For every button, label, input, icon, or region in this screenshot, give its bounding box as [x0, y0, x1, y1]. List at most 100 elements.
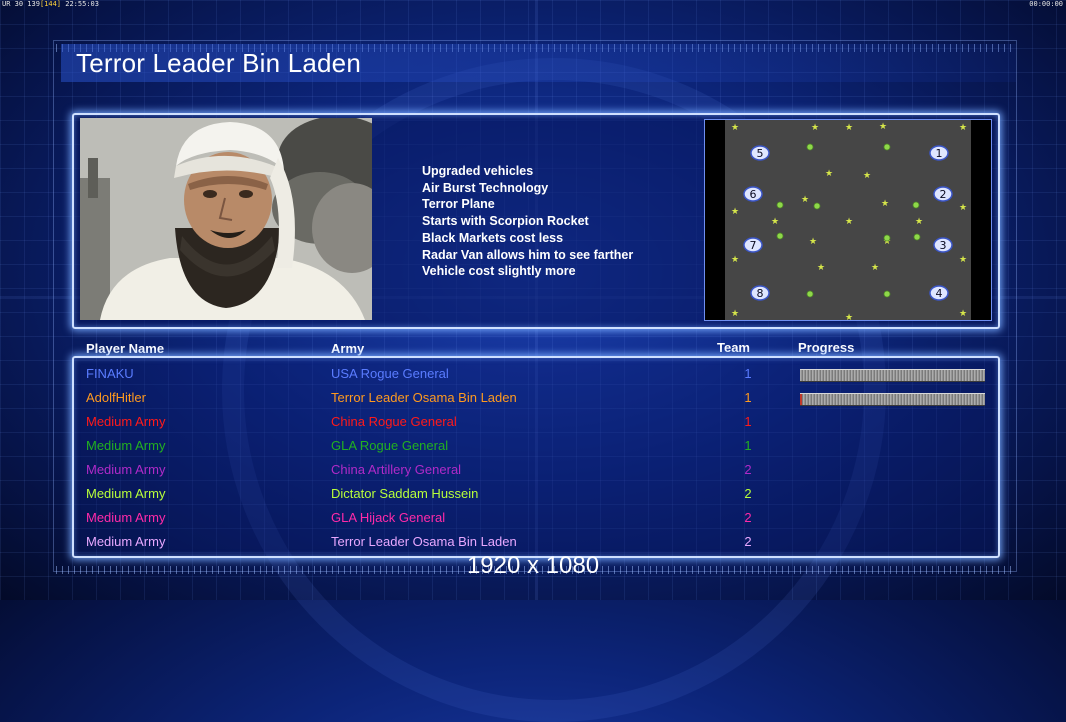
map-tech-building: ★ [825, 169, 833, 179]
trait-item: Terror Plane [422, 197, 495, 212]
map-tech-building: ★ [845, 123, 853, 133]
player-army: China Artillery General [331, 462, 462, 477]
map-supply-pile [883, 143, 891, 151]
page-title: Terror Leader Bin Laden [76, 48, 362, 78]
table-row[interactable]: Medium Army China Artillery General 2 [0, 462, 1066, 486]
player-team: 2 [744, 510, 752, 525]
map-tech-building: ★ [731, 255, 739, 265]
player-name: Medium Army [86, 462, 166, 477]
map-supply-pile [912, 201, 920, 209]
map-start-position-8[interactable]: 8 [750, 285, 770, 301]
map-start-label: 6 [750, 188, 757, 201]
player-progress-fill [800, 394, 802, 405]
map-start-label: 3 [940, 239, 947, 252]
map-start-position-3[interactable]: 3 [933, 237, 953, 253]
map-tech-building: ★ [863, 171, 871, 181]
player-name: Medium Army [86, 486, 166, 501]
map-supply-pile [776, 232, 784, 240]
player-team: 1 [744, 414, 752, 429]
player-team: 1 [744, 390, 752, 405]
general-portrait-illustration [80, 118, 372, 320]
general-portrait [80, 118, 372, 320]
player-name: Medium Army [86, 438, 166, 453]
header-team: Team [717, 340, 750, 355]
table-row[interactable]: AdolfHitler Terror Leader Osama Bin Lade… [0, 390, 1066, 414]
player-team: 1 [744, 366, 752, 381]
map-supply-pile [806, 290, 814, 298]
player-team: 2 [744, 534, 752, 549]
hud-timer: 00:00:00 [1029, 0, 1063, 8]
player-name: Medium Army [86, 414, 166, 429]
header-progress: Progress [798, 340, 855, 355]
map-tech-building: ★ [845, 217, 853, 227]
map-supply-pile [913, 233, 921, 241]
player-team: 1 [744, 438, 752, 453]
map-supply-pile [806, 143, 814, 151]
player-army: GLA Hijack General [331, 510, 446, 525]
map-tech-building: ★ [811, 123, 819, 133]
table-row[interactable]: Medium Army Dictator Saddam Hussein 2 [0, 486, 1066, 510]
map-tech-building: ★ [915, 217, 923, 227]
map-preview: ★ ★ ★ ★ ★ ★ ★ ★ ★ ★ ★ ★ ★ ★ ★ ★ ★ ★ ★ ★ … [704, 119, 992, 321]
map-supply-pile [813, 202, 821, 210]
map-overlay[interactable]: ★ ★ ★ ★ ★ ★ ★ ★ ★ ★ ★ ★ ★ ★ ★ ★ ★ ★ ★ ★ … [705, 120, 991, 320]
player-army: GLA Rogue General [331, 438, 449, 453]
hud-stats: UR 30 139[144] 22:55:03 [2, 0, 99, 8]
map-tech-building: ★ [817, 263, 825, 273]
map-tech-building: ★ [801, 195, 809, 205]
hud-label: UR [2, 0, 11, 8]
map-start-label: 1 [936, 147, 943, 160]
map-tech-building: ★ [881, 199, 889, 209]
map-start-position-6[interactable]: 6 [743, 186, 763, 202]
map-tech-building: ★ [959, 203, 967, 213]
map-tech-building: ★ [731, 207, 739, 217]
table-row[interactable]: Medium Army GLA Hijack General 2 [0, 510, 1066, 534]
map-supply-pile [883, 234, 891, 242]
player-team: 2 [744, 486, 752, 501]
header-player-name: Player Name [86, 341, 165, 356]
map-start-position-2[interactable]: 2 [933, 186, 953, 202]
header-army: Army [331, 341, 365, 356]
player-name: FINAKU [86, 366, 134, 381]
general-traits-list: Upgraded vehicles Air Burst Technology T… [422, 163, 633, 280]
table-row[interactable]: Medium Army China Rogue General 1 [0, 414, 1066, 438]
map-start-label: 2 [940, 188, 947, 201]
map-start-position-4[interactable]: 4 [929, 285, 949, 301]
map-tech-building: ★ [845, 313, 853, 320]
player-progress-bar [800, 393, 985, 406]
map-supply-pile [883, 290, 891, 298]
hud-stats-values: 30 139 [14, 0, 40, 8]
map-start-label: 7 [750, 239, 757, 252]
map-start-position-7[interactable]: 7 [743, 237, 763, 253]
map-tech-building: ★ [959, 123, 967, 133]
map-start-label: 4 [936, 287, 943, 300]
map-start-label: 5 [757, 147, 764, 160]
map-start-position-5[interactable]: 5 [750, 145, 770, 161]
player-name: Medium Army [86, 534, 166, 549]
player-progress-bar [800, 369, 985, 382]
hud-highlight: [144] [39, 0, 62, 8]
trait-item: Upgraded vehicles [422, 164, 534, 178]
map-tech-building: ★ [959, 309, 967, 319]
table-row[interactable]: FINAKU USA Rogue General 1 [0, 366, 1066, 390]
map-tech-building: ★ [771, 217, 779, 227]
player-army: Dictator Saddam Hussein [331, 486, 479, 501]
player-name: AdolfHitler [86, 390, 146, 405]
trait-item: Starts with Scorpion Rocket [422, 214, 589, 229]
trait-item: Radar Van allows him to see farther [422, 247, 634, 262]
trait-item: Vehicle cost slightly more [422, 264, 576, 279]
player-name: Medium Army [86, 510, 166, 525]
map-start-label: 8 [757, 287, 764, 300]
player-army: USA Rogue General [331, 366, 449, 381]
map-tech-building: ★ [879, 122, 887, 132]
map-tech-building: ★ [871, 263, 879, 273]
map-start-position-1[interactable]: 1 [929, 145, 949, 161]
map-tech-building: ★ [809, 237, 817, 247]
map-supply-pile [776, 201, 784, 209]
player-army: Terror Leader Osama Bin Laden [331, 390, 517, 405]
player-army: Terror Leader Osama Bin Laden [331, 534, 517, 549]
resolution-label: 1920 x 1080 [466, 552, 600, 579]
trait-item: Black Markets cost less [422, 230, 564, 245]
map-tech-building: ★ [959, 255, 967, 265]
table-row[interactable]: Medium Army GLA Rogue General 1 [0, 438, 1066, 462]
